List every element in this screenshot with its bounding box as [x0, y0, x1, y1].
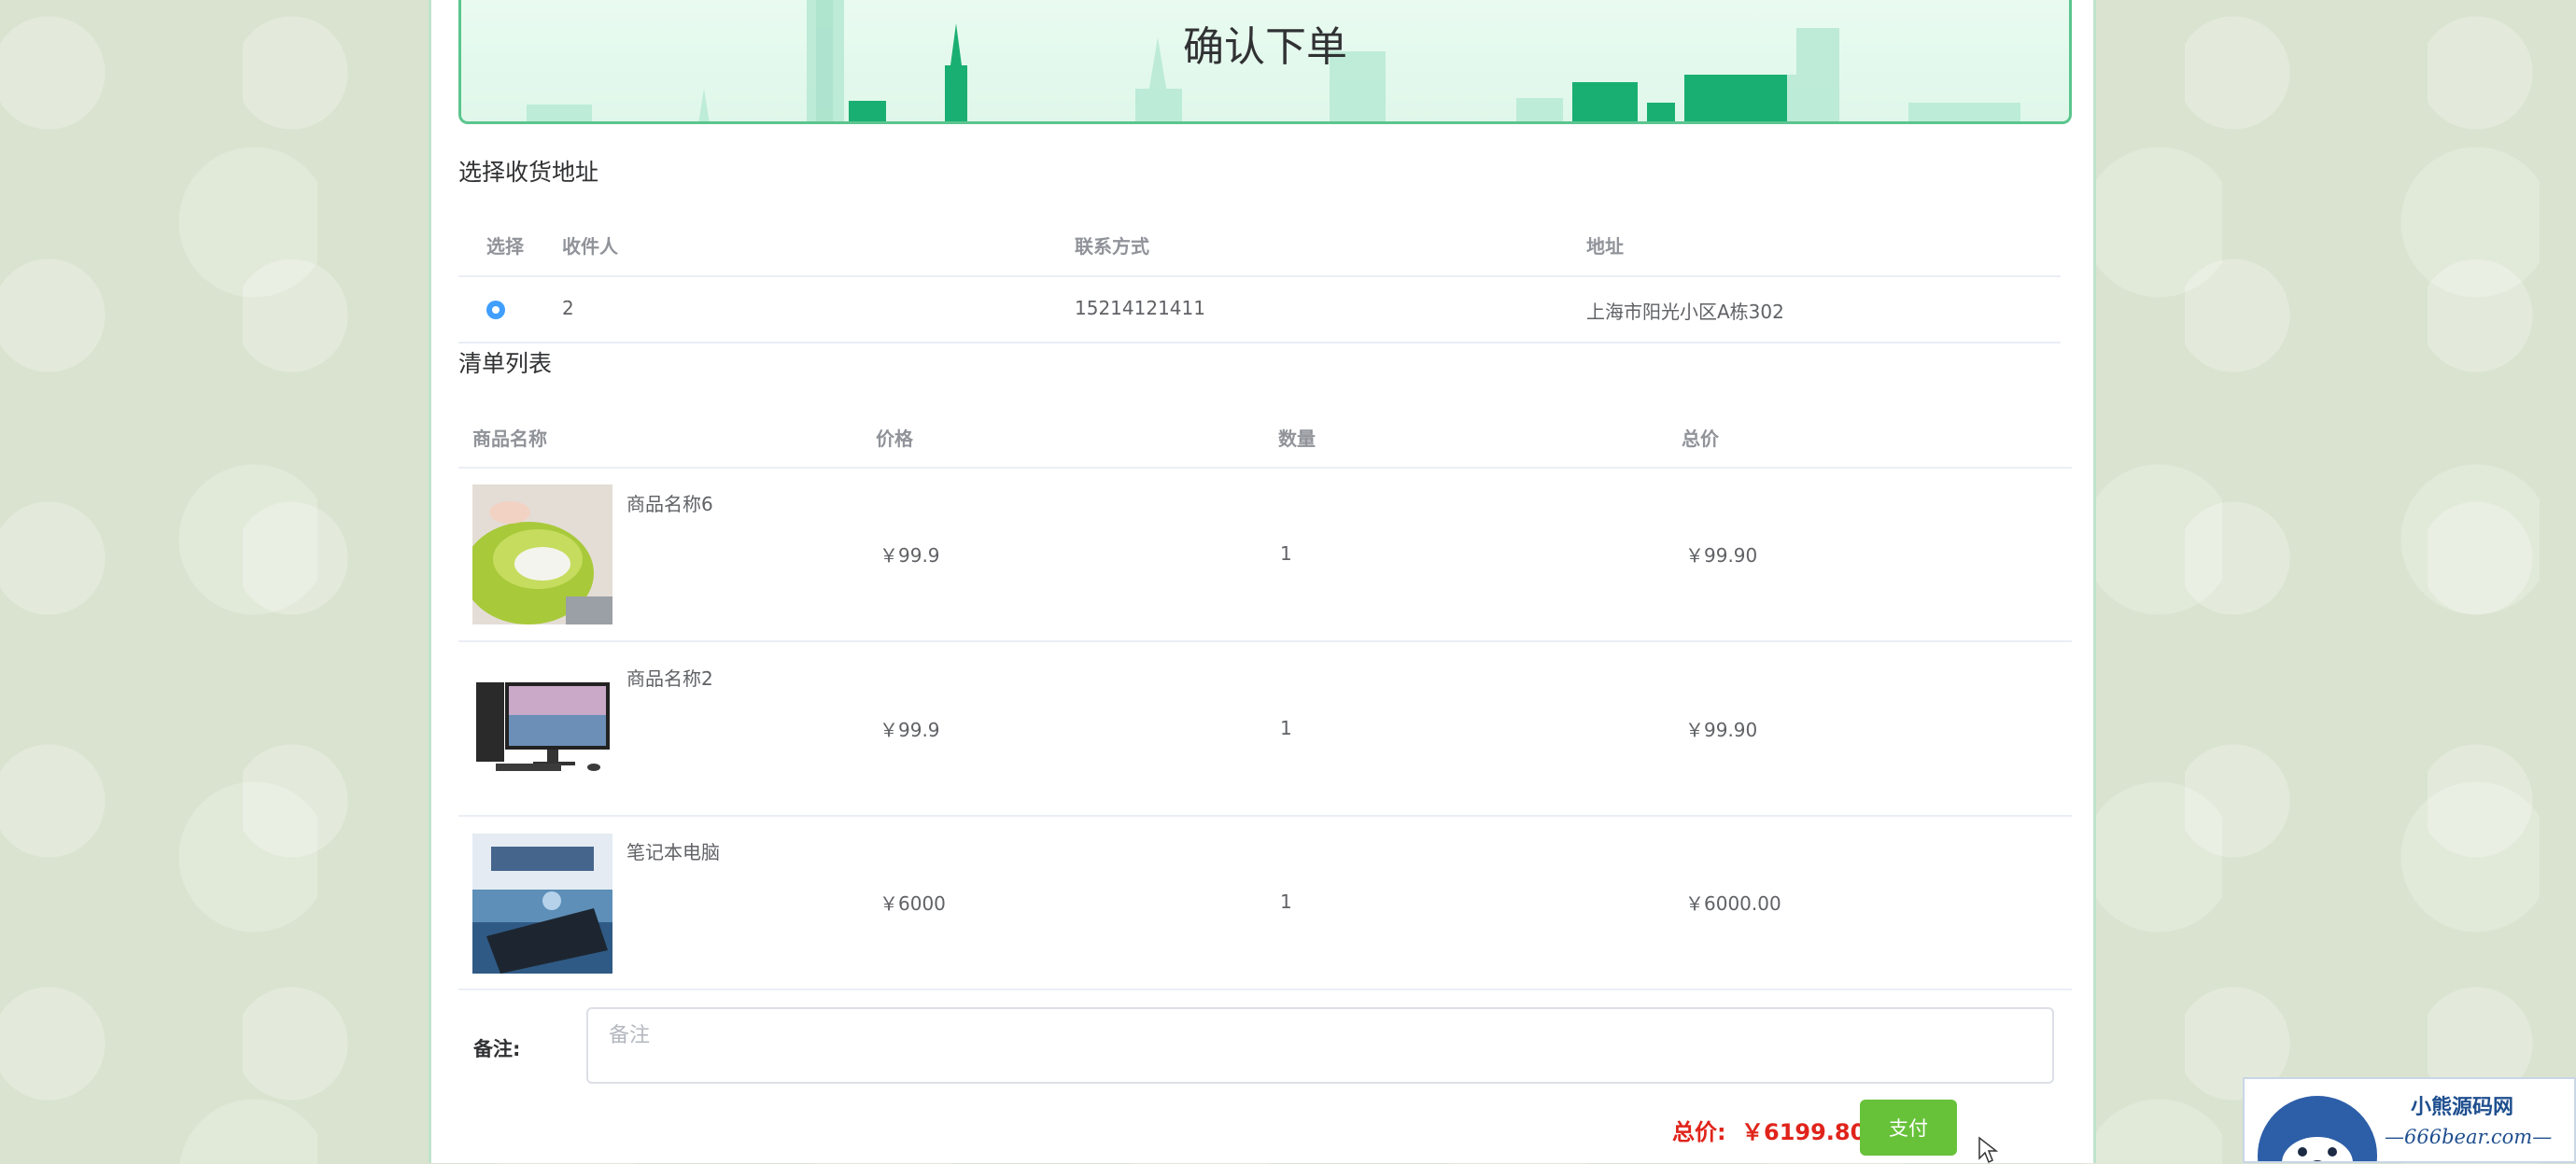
address-section-title: 选择收货地址: [458, 159, 599, 186]
product-name: 商品名称6: [626, 493, 713, 515]
watermark-url: —666bear.com—: [2385, 1126, 2553, 1148]
column-header-phone: 联系方式: [1075, 235, 1149, 258]
address-table: 选择 收件人 联系方式 地址 2 15214121411 上海市阳光小区A栋30…: [458, 215, 2072, 345]
quantity-cell: 1: [1280, 717, 1292, 739]
column-header-address: 地址: [1586, 235, 1624, 258]
product-name: 笔记本电脑: [626, 841, 720, 863]
header-banner: 确认下单: [458, 0, 2072, 124]
product-image-colander: [472, 484, 612, 624]
price-cell: ￥99.9: [880, 719, 940, 741]
bear-logo-icon: [2258, 1096, 2377, 1161]
product-name: 商品名称2: [626, 667, 713, 690]
total-label: 总价:: [1672, 1119, 1726, 1145]
price-cell: ￥99.9: [880, 544, 940, 567]
divider: [458, 342, 2061, 344]
product-image-laptop: [472, 834, 612, 974]
quantity-cell: 1: [1280, 542, 1292, 565]
divider: [458, 640, 2072, 642]
subtotal-cell: ￥99.90: [1685, 544, 1758, 567]
column-header-total: 总价: [1682, 428, 1719, 450]
subtotal-cell: ￥99.90: [1685, 719, 1758, 741]
page-title: 确认下单: [1183, 23, 1347, 71]
divider: [458, 467, 2072, 469]
items-table: 商品名称 价格 数量 总价 商品名称6 ￥99.9 1 ￥99.90 商品名称2…: [458, 407, 2072, 995]
address-radio[interactable]: [486, 301, 505, 319]
column-header-select: 选择: [486, 235, 524, 258]
phone-cell: 15214121411: [1075, 297, 1205, 319]
items-section-title: 清单列表: [458, 350, 553, 377]
address-cell: 上海市阳光小区A栋302: [1586, 301, 1784, 323]
subtotal-cell: ￥6000.00: [1685, 892, 1781, 915]
column-header-recipient: 收件人: [562, 235, 618, 258]
product-image-desktop: [472, 659, 612, 799]
divider: [458, 815, 2072, 817]
main-panel: 确认下单 选择收货地址 选择 收件人 联系方式 地址 2 15214121411…: [429, 0, 2096, 1163]
price-cell: ￥6000: [880, 892, 946, 915]
column-header-quantity: 数量: [1278, 428, 1316, 450]
quantity-cell: 1: [1280, 891, 1292, 913]
divider: [458, 989, 2072, 990]
remark-label: 备注:: [473, 1038, 521, 1060]
total-value: ￥6199.80: [1741, 1119, 1866, 1145]
remark-input[interactable]: [586, 1007, 2054, 1084]
column-header-price: 价格: [876, 428, 913, 450]
column-header-product: 商品名称: [472, 428, 547, 450]
mouse-cursor-icon: [1978, 1136, 1998, 1164]
recipient-cell: 2: [562, 297, 574, 319]
divider: [458, 275, 2061, 277]
pay-button[interactable]: 支付: [1860, 1100, 1957, 1156]
watermark-logo: 小熊源码网 —666bear.com—: [2243, 1077, 2576, 1163]
watermark-title: 小熊源码网: [2411, 1095, 2514, 1119]
